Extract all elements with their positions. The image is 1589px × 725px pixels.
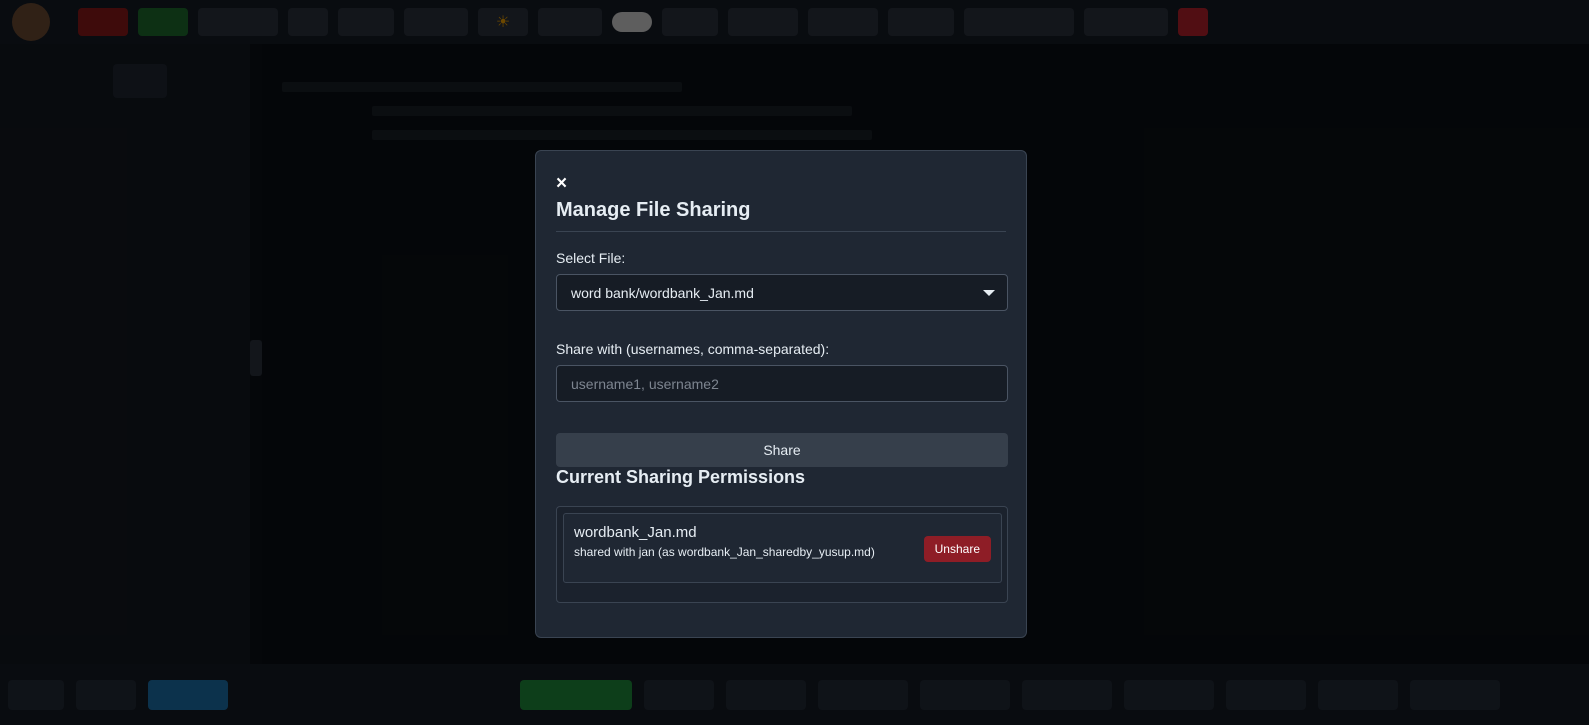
file-select-value: word bank/wordbank_Jan.md — [571, 284, 754, 301]
modal-title: Manage File Sharing — [556, 199, 751, 221]
select-file-label: Select File: — [556, 250, 626, 266]
chevron-down-icon — [983, 290, 995, 296]
share-with-input[interactable] — [556, 365, 1008, 402]
unshare-button[interactable]: Unshare — [923, 536, 991, 562]
file-select[interactable]: word bank/wordbank_Jan.md — [556, 274, 1008, 311]
permissions-title: Current Sharing Permissions — [556, 467, 806, 487]
share-button[interactable]: Share — [556, 433, 1008, 467]
list-item: wordbank_Jan.md shared with jan (as word… — [563, 513, 1002, 583]
shared-file-name: wordbank_Jan.md — [574, 524, 697, 541]
share-with-label: Share with (usernames, comma-separated): — [556, 341, 830, 357]
title-divider — [556, 231, 1006, 232]
file-sharing-modal: × Manage File Sharing Select File: word … — [535, 150, 1027, 638]
permissions-list: wordbank_Jan.md shared with jan (as word… — [556, 506, 1008, 603]
shared-file-description: shared with jan (as wordbank_Jan_sharedb… — [574, 545, 875, 559]
close-icon[interactable]: × — [556, 174, 572, 193]
